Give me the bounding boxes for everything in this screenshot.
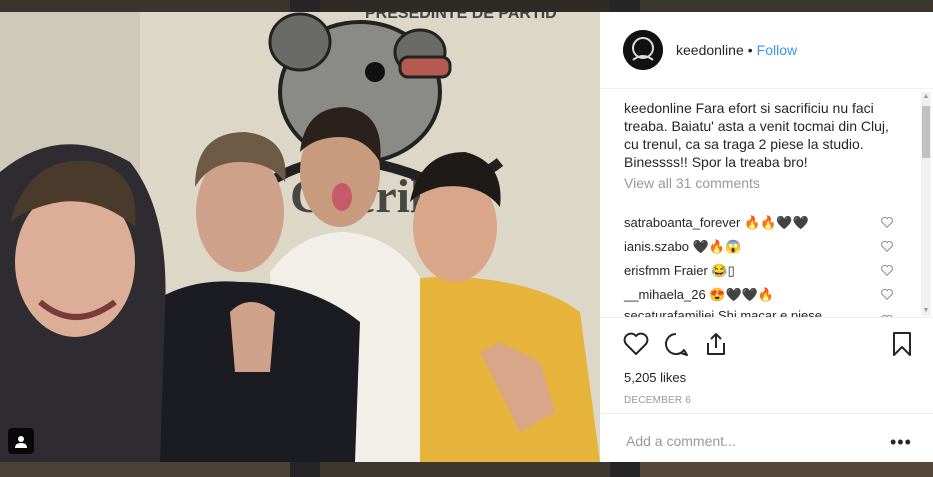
comment-like-icon[interactable]: [880, 287, 894, 301]
comment-username[interactable]: ianis.szabo: [624, 239, 689, 254]
comment-item: erisfmm Fraier 😂▯: [624, 263, 874, 279]
scrollbar-thumb[interactable]: [922, 106, 930, 158]
comment-text: 😍🖤🖤🔥: [709, 287, 775, 302]
username[interactable]: keedonline: [676, 42, 744, 58]
comment-like-icon[interactable]: [880, 263, 894, 277]
heart-icon[interactable]: [622, 330, 650, 358]
post-side-panel: keedonline • Follow keedonline Fara efor…: [600, 12, 933, 462]
post-header: keedonline • Follow: [600, 12, 933, 89]
comments-scrollbar[interactable]: ▲ ▼: [921, 92, 931, 316]
add-comment-input[interactable]: [624, 432, 868, 450]
share-icon[interactable]: [702, 330, 730, 358]
comment-username[interactable]: erisfmm: [624, 263, 670, 278]
more-options-icon[interactable]: •••: [890, 432, 912, 453]
likes-count[interactable]: 5,205 likes: [624, 370, 686, 385]
avatar[interactable]: [623, 30, 663, 70]
post-date: DECEMBER 6: [624, 395, 692, 406]
caption: keedonline Fara efort si sacrificiu nu f…: [624, 99, 904, 171]
comment-item: satraboanta_forever 🔥🔥🖤🖤: [624, 215, 874, 231]
scroll-up-arrow-icon[interactable]: ▲: [921, 92, 931, 102]
bookmark-icon[interactable]: [888, 330, 916, 358]
person-left-hoodie: [0, 144, 166, 462]
follow-button[interactable]: Follow: [757, 42, 797, 58]
view-all-comments-link[interactable]: View all 31 comments: [624, 175, 760, 191]
add-comment-bar: •••: [600, 413, 933, 470]
separator-dot: •: [747, 42, 753, 58]
post-photo[interactable]: Guerilla PRESEDINTE DE PARTID: [0, 12, 600, 462]
comment-item: ianis.szabo 🖤🔥😱: [624, 239, 874, 255]
comment-text: 🖤🔥😱: [692, 239, 742, 254]
comments-list[interactable]: keedonline Fara efort si sacrificiu nu f…: [600, 89, 920, 317]
comment-username[interactable]: __mihaela_26: [624, 287, 706, 302]
comment-text: Shi macar e piese: [717, 308, 823, 317]
comment-like-icon[interactable]: [880, 239, 894, 253]
comment-like-icon[interactable]: [880, 215, 894, 229]
caption-username[interactable]: keedonline: [624, 100, 692, 116]
comment-text: 🔥🔥🖤🖤: [743, 215, 809, 230]
comment-username[interactable]: satraboanta_forever: [624, 215, 740, 230]
post-image: Guerilla PRESEDINTE DE PARTID: [0, 12, 600, 462]
comment-text: Fraier 😂▯: [673, 263, 735, 278]
comment-username[interactable]: secaturafamiliei: [624, 308, 714, 317]
comment-icon[interactable]: [662, 330, 690, 358]
tag-user-icon[interactable]: [8, 428, 34, 454]
wall-text: PRESEDINTE DE PARTID: [365, 12, 557, 22]
background-grid-top: [0, 0, 933, 12]
comment-item: secaturafamiliei Shi macar e piese: [624, 308, 874, 317]
comment-item: __mihaela_26 😍🖤🖤🔥: [624, 287, 874, 303]
post-actions: 5,205 likes DECEMBER 6 •••: [600, 317, 933, 468]
scroll-down-arrow-icon[interactable]: ▼: [921, 306, 931, 316]
